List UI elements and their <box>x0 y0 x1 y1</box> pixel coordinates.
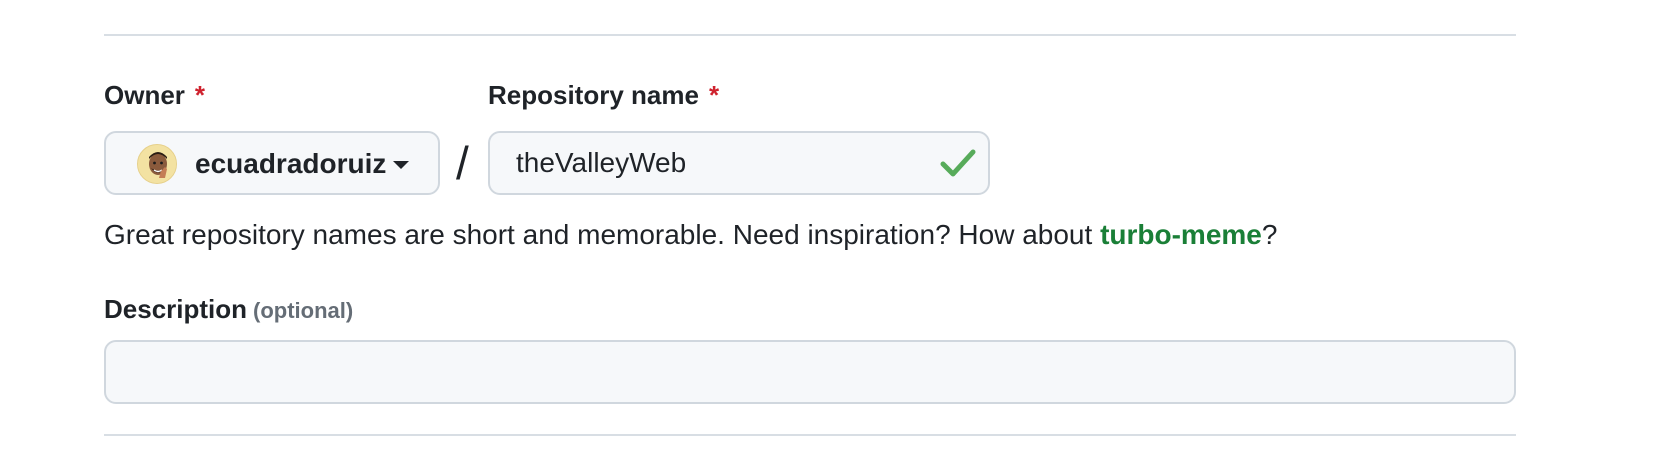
owner-repo-separator: / <box>456 137 469 189</box>
description-optional-text: (optional) <box>253 298 354 323</box>
repository-required-mark: * <box>708 80 720 110</box>
description-label: Description (optional) <box>104 294 353 325</box>
owner-label: Owner * <box>104 80 205 111</box>
repository-name-input[interactable] <box>488 131 990 195</box>
owner-select-button[interactable]: ecuadradoruiz <box>104 131 440 195</box>
owner-label-text: Owner <box>104 80 185 110</box>
repository-name-hint: Great repository names are short and mem… <box>104 219 1277 251</box>
hint-suffix: ? <box>1261 219 1278 250</box>
description-input[interactable] <box>104 340 1516 404</box>
caret-down-icon <box>393 161 409 169</box>
owner-name: ecuadradoruiz <box>195 148 387 179</box>
bottom-divider <box>104 434 1516 436</box>
avatar <box>137 144 177 184</box>
top-divider <box>104 34 1516 36</box>
avatar-memoji-icon <box>138 145 176 183</box>
hint-text: Great repository names are short and mem… <box>104 219 1101 250</box>
repository-name-label: Repository name * <box>488 80 719 111</box>
description-label-text: Description <box>104 294 248 324</box>
repository-name-label-text: Repository name <box>488 80 699 110</box>
owner-required-mark: * <box>194 80 206 110</box>
check-icon <box>940 149 976 177</box>
suggested-name-link[interactable]: turbo-meme <box>1100 219 1262 250</box>
